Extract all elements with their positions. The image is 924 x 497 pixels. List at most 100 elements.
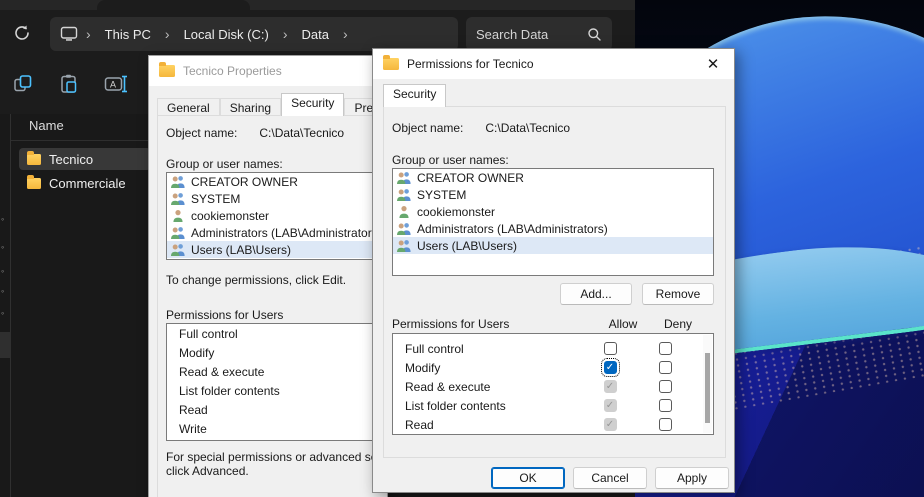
allow-checkbox[interactable]: ✓ bbox=[604, 380, 617, 393]
breadcrumb-chevron: › bbox=[84, 26, 93, 42]
group-item[interactable]: Administrators (LAB\Administrators) bbox=[167, 224, 388, 241]
tree-chevron-icon[interactable]: ◦ bbox=[1, 266, 4, 276]
allow-checkbox[interactable]: ✓ bbox=[604, 361, 617, 374]
tree-selected-item-edge[interactable] bbox=[0, 332, 10, 358]
permission-name: Write bbox=[167, 422, 207, 436]
search-input[interactable]: Search Data bbox=[466, 17, 612, 51]
scrollbar-thumb[interactable] bbox=[705, 353, 710, 423]
deny-checkbox[interactable]: ✓ bbox=[659, 380, 672, 393]
permissions-dialog: Permissions for Tecnico ✕ Security Objec… bbox=[372, 48, 735, 493]
group-name: Administrators (LAB\Administrators) bbox=[191, 226, 382, 240]
user-item[interactable]: cookiemonster bbox=[167, 207, 388, 224]
group-icon bbox=[170, 175, 186, 189]
group-name: Administrators (LAB\Administrators) bbox=[417, 222, 608, 236]
deny-checkbox[interactable]: ✓ bbox=[659, 418, 672, 431]
tree-chevron-icon[interactable]: ◦ bbox=[1, 214, 4, 224]
explorer-active-tab[interactable] bbox=[97, 0, 250, 10]
deny-checkbox[interactable]: ✓ bbox=[659, 342, 672, 355]
breadcrumb-local-disk[interactable]: Local Disk (C:) bbox=[178, 25, 275, 44]
refresh-icon[interactable] bbox=[12, 23, 32, 43]
permission-name: Modify bbox=[167, 346, 214, 360]
group-icon bbox=[170, 226, 186, 240]
user-icon bbox=[396, 205, 412, 219]
group-item[interactable]: SYSTEM bbox=[393, 186, 713, 203]
file-row-commerciale[interactable]: Commerciale bbox=[19, 172, 151, 194]
permissions-title-bar[interactable]: Permissions for Tecnico ✕ bbox=[373, 49, 734, 79]
permissions-scrollbar[interactable] bbox=[703, 335, 712, 433]
folder-icon bbox=[159, 65, 175, 77]
object-name-row: Object name: C:\Data\Tecnico bbox=[392, 121, 570, 135]
group-name: SYSTEM bbox=[191, 192, 240, 206]
permission-name: List folder contents bbox=[167, 384, 280, 398]
desktop: › This PC › Local Disk (C:) › Data › Sea… bbox=[0, 0, 924, 497]
permission-name: Full control bbox=[393, 342, 584, 356]
permission-name: Full control bbox=[167, 327, 238, 341]
permission-row: Modify ✓ ✓ bbox=[393, 358, 713, 377]
folder-icon bbox=[27, 154, 41, 165]
properties-dialog: Tecnico Properties General Sharing Secur… bbox=[148, 55, 388, 497]
deny-checkbox[interactable]: ✓ bbox=[659, 399, 672, 412]
group-item[interactable]: Administrators (LAB\Administrators) bbox=[393, 220, 713, 237]
security-tab-page: Object name: C:\Data\Tecnico Group or us… bbox=[383, 106, 726, 458]
security-tab-page: Object name: C:\Data\Tecnico Group or us… bbox=[157, 115, 388, 497]
permission-row: Read & execute ✓ ✓ bbox=[393, 377, 713, 396]
group-item[interactable]: CREATOR OWNER bbox=[393, 169, 713, 186]
allow-checkbox[interactable]: ✓ bbox=[604, 399, 617, 412]
rename-icon[interactable]: A bbox=[104, 73, 130, 95]
dialog-title: Permissions for Tecnico bbox=[407, 57, 534, 71]
permission-row: Read ✓ ✓ bbox=[393, 415, 713, 434]
breadcrumb: › This PC › Local Disk (C:) › Data › bbox=[50, 17, 458, 51]
permission-row: List folder contents ✓ ✓ bbox=[393, 396, 713, 415]
group-name: SYSTEM bbox=[417, 188, 466, 202]
group-name: Users (LAB\Users) bbox=[191, 243, 291, 257]
apply-button[interactable]: Apply bbox=[655, 467, 729, 489]
group-item-selected[interactable]: Users (LAB\Users) bbox=[167, 241, 388, 258]
permission-name: Modify bbox=[393, 361, 584, 375]
allow-checkbox[interactable]: ✓ bbox=[604, 418, 617, 431]
group-name: CREATOR OWNER bbox=[417, 171, 524, 185]
ok-button[interactable]: OK bbox=[491, 467, 565, 489]
paste-icon[interactable] bbox=[58, 73, 80, 95]
group-item-selected[interactable]: Users (LAB\Users) bbox=[393, 237, 713, 254]
object-name-label: Object name: bbox=[166, 126, 237, 140]
group-item[interactable]: CREATOR OWNER bbox=[167, 173, 388, 190]
file-row-tecnico[interactable]: Tecnico bbox=[19, 148, 151, 170]
cancel-button[interactable]: Cancel bbox=[573, 467, 647, 489]
file-name: Commerciale bbox=[49, 176, 126, 191]
copy-icon[interactable] bbox=[12, 73, 34, 95]
breadcrumb-data[interactable]: Data bbox=[296, 25, 335, 44]
group-icon bbox=[170, 192, 186, 206]
explorer-tab-strip bbox=[0, 0, 635, 10]
group-icon bbox=[170, 243, 186, 257]
breadcrumb-chevron: › bbox=[163, 26, 172, 42]
deny-checkbox[interactable]: ✓ bbox=[659, 361, 672, 374]
edit-hint: To change permissions, click Edit. bbox=[166, 273, 346, 287]
tree-chevron-icon[interactable]: ◦ bbox=[1, 286, 4, 296]
breadcrumb-this-pc[interactable]: This PC bbox=[99, 25, 157, 44]
tree-chevron-icon[interactable]: ◦ bbox=[1, 308, 4, 318]
user-item[interactable]: cookiemonster bbox=[393, 203, 713, 220]
search-placeholder: Search Data bbox=[476, 27, 548, 42]
user-name: cookiemonster bbox=[417, 205, 495, 219]
permission-row: Full control ✓ ✓ bbox=[393, 339, 713, 358]
permissions-label: Permissions for Users bbox=[166, 308, 283, 322]
group-icon bbox=[396, 171, 412, 185]
remove-button[interactable]: Remove bbox=[642, 283, 714, 305]
tab-security[interactable]: Security bbox=[281, 93, 344, 116]
group-icon bbox=[396, 222, 412, 236]
allow-checkbox[interactable]: ✓ bbox=[604, 342, 617, 355]
properties-title-bar[interactable]: Tecnico Properties bbox=[149, 56, 387, 86]
tab-security[interactable]: Security bbox=[383, 84, 446, 107]
permission-name: List folder contents bbox=[393, 399, 584, 413]
add-button[interactable]: Add... bbox=[560, 283, 632, 305]
group-item[interactable]: SYSTEM bbox=[167, 190, 388, 207]
advanced-hint-line2: click Advanced. bbox=[166, 464, 249, 478]
search-icon[interactable] bbox=[587, 27, 602, 42]
close-icon[interactable]: ✕ bbox=[702, 55, 724, 73]
column-header-name[interactable]: Name bbox=[29, 118, 64, 133]
permissions-label: Permissions for Users bbox=[392, 317, 597, 331]
tree-chevron-icon[interactable]: ◦ bbox=[1, 242, 4, 252]
deny-column-header: Deny bbox=[649, 317, 707, 331]
folder-icon bbox=[27, 178, 41, 189]
group-list: CREATOR OWNER SYSTEM cookiemonster Admin… bbox=[166, 172, 388, 260]
